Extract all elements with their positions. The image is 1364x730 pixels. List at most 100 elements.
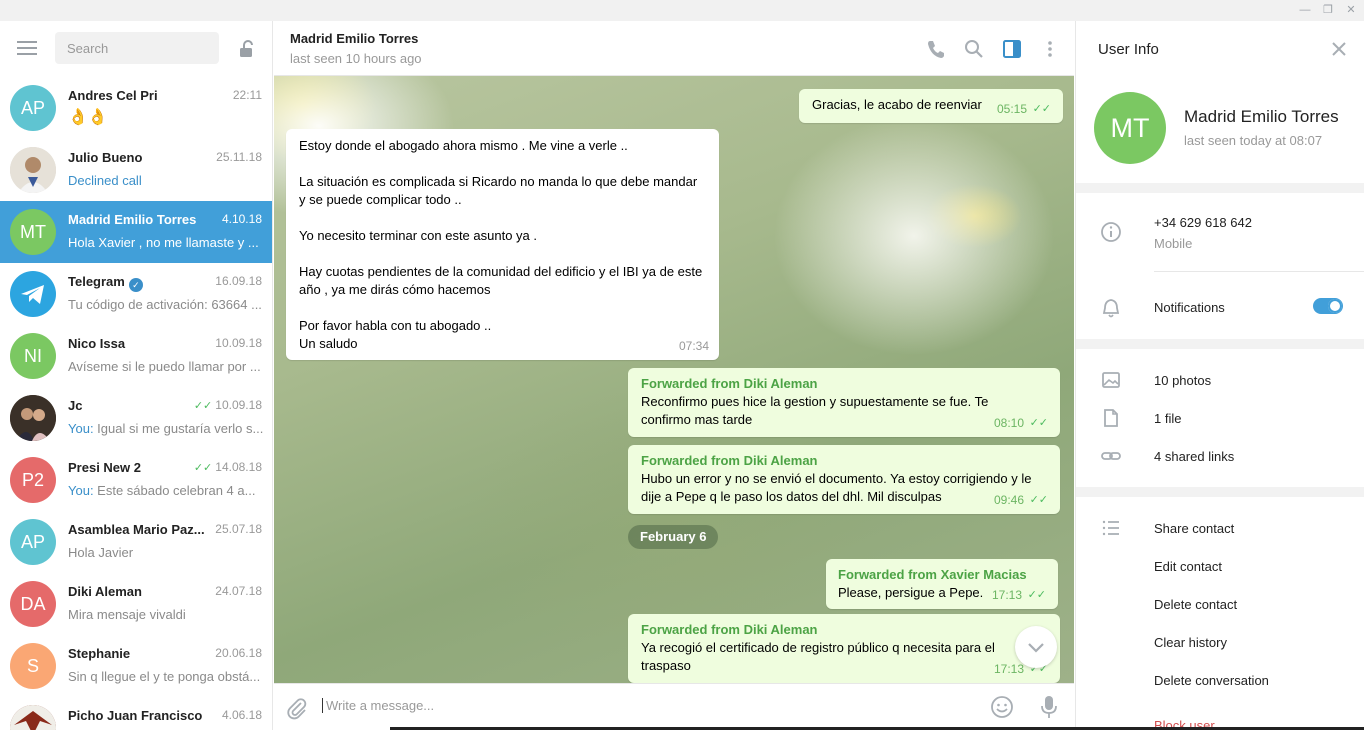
scroll-to-bottom-button[interactable] (1015, 626, 1057, 668)
list-icon (1102, 520, 1119, 536)
chat-item-presi[interactable]: P2 Presi New 2 ✓✓ 14.08.18 You: Este sába… (0, 449, 272, 511)
chat-item-telegram[interactable]: Telegram ✓ 16.09.18 Tu código de activaci… (0, 263, 272, 325)
chat-preview-text: Este sábado celebran 4 a... (93, 483, 256, 498)
telegram-logo-icon (10, 271, 56, 317)
message-text: Estoy donde el abogado ahora mismo . Me … (299, 138, 628, 153)
message-bubble[interactable]: Gracias, le acabo de reenviar 05:15 ✓✓ (799, 89, 1063, 123)
chat-date: 4.10.18 (221, 212, 262, 226)
avatar: DA (10, 581, 56, 627)
chat-name: Asamblea Mario Paz... (68, 522, 205, 537)
message-text: Gracias, le acabo de reenviar (812, 97, 982, 112)
microphone-icon[interactable] (1037, 694, 1061, 720)
verified-icon: ✓ (128, 278, 143, 292)
forwarded-from[interactable]: Forwarded from Diki Aleman (641, 452, 1047, 470)
photos-link[interactable]: 10 photos (1154, 373, 1211, 388)
chat-item-andres[interactable]: AP Andres Cel Pri 22:11 👌👌 (0, 77, 272, 139)
chat-preview: 👌👌 (68, 109, 108, 126)
forwarded-from[interactable]: Forwarded from Xavier Macias (838, 566, 1046, 584)
chat-item-asamblea[interactable]: AP Asamblea Mario Paz... 25.07.18 Hola J… (0, 511, 272, 573)
delete-contact-button[interactable]: Delete contact (1154, 597, 1237, 612)
chat-name: Andres Cel Pri (68, 88, 158, 103)
shared-links-link[interactable]: 4 shared links (1154, 449, 1234, 464)
chat-item-diki[interactable]: DA Diki Aleman 24.07.18 Mira mensaje viv… (0, 573, 272, 635)
chat-date: 25.07.18 (215, 522, 262, 536)
files-link[interactable]: 1 file (1154, 411, 1181, 426)
forwarded-message[interactable]: Forwarded from Xavier Macias Please, per… (826, 559, 1058, 609)
message-text: Reconfirmo pues hice la gestion y supues… (641, 394, 989, 427)
avatar: NI (10, 333, 56, 379)
chat-background: Gracias, le acabo de reenviar 05:15 ✓✓ E… (274, 76, 1074, 683)
sidebar-toggle-icon[interactable] (1001, 38, 1023, 60)
read-ticks-icon: ✓✓ (1032, 103, 1051, 115)
peer-name[interactable]: Madrid Emilio Torres (290, 31, 418, 46)
chat-date: 16.09.18 (215, 274, 262, 288)
chat-date-text: 14.08.18 (215, 460, 262, 474)
close-icon[interactable] (1329, 39, 1349, 59)
file-icon (1104, 409, 1118, 427)
compose-bar: Write a message... (274, 683, 1074, 730)
avatar: MT (10, 209, 56, 255)
divider (1154, 271, 1364, 272)
share-contact-button[interactable]: Share contact (1154, 521, 1234, 536)
chat-preview: Declined call (68, 173, 142, 188)
message-bubble[interactable]: Estoy donde el abogado ahora mismo . Me … (286, 129, 719, 360)
chat-name: Presi New 2 (68, 460, 141, 475)
avatar (10, 705, 56, 730)
more-vertical-icon[interactable] (1039, 38, 1061, 60)
chat-item-picho[interactable]: Picho Juan Francisco 4.06.18 (0, 697, 272, 730)
forwarded-from[interactable]: Forwarded from Diki Aleman (641, 375, 1047, 393)
forwarded-message[interactable]: Forwarded from Diki Aleman Reconfirmo pu… (628, 368, 1060, 437)
panel-title: User Info (1098, 41, 1159, 58)
chat-preview: You: Este sábado celebran 4 a... (68, 483, 264, 498)
search-input[interactable]: Search (55, 32, 219, 64)
avatar (10, 147, 56, 193)
lock-icon[interactable] (236, 38, 258, 60)
divider (1076, 339, 1364, 349)
close-window-icon[interactable]: ✕ (1344, 3, 1358, 17)
edit-contact-button[interactable]: Edit contact (1154, 559, 1222, 574)
chat-name-text: Telegram (68, 274, 125, 289)
message-text: Por favor habla con tu abogado .. (299, 318, 492, 333)
user-info-panel: User Info MT Madrid Emilio Torres last s… (1075, 21, 1364, 730)
clear-history-button[interactable]: Clear history (1154, 635, 1227, 650)
emoji-icon[interactable] (990, 695, 1014, 719)
divider (1076, 183, 1364, 193)
chat-item-julio[interactable]: Julio Bueno 25.11.18 Declined call (0, 139, 272, 201)
bell-icon (1102, 299, 1120, 318)
forwarded-from[interactable]: Forwarded from Diki Aleman (641, 621, 1047, 639)
avatar[interactable]: MT (1094, 92, 1166, 164)
read-ticks-icon: ✓✓ (193, 400, 213, 412)
notifications-toggle[interactable] (1313, 298, 1343, 314)
chat-date: ✓✓ 10.09.18 (194, 398, 262, 412)
delete-conversation-button[interactable]: Delete conversation (1154, 673, 1269, 688)
link-icon (1101, 452, 1121, 460)
avatar: P2 (10, 457, 56, 503)
forwarded-message[interactable]: Forwarded from Diki Aleman Hubo un error… (628, 445, 1060, 514)
chat-preview: Mira mensaje vivaldi (68, 607, 186, 622)
minimize-icon[interactable]: — (1298, 3, 1312, 17)
chat-name: Telegram ✓ (68, 274, 208, 292)
restore-icon[interactable]: ❐ (1321, 3, 1335, 17)
message-text: Hay cuotas pendientes de la comunidad de… (299, 264, 703, 297)
message-time: 05:15 (996, 102, 1027, 116)
chat-date-text: 10.09.18 (215, 398, 262, 412)
chat-item-stephanie[interactable]: S Stephanie 20.06.18 Sin q llegue el y t… (0, 635, 272, 697)
attach-icon[interactable] (285, 696, 309, 720)
phone-icon[interactable] (925, 38, 947, 60)
read-ticks-icon: ✓✓ (193, 462, 213, 474)
user-name: Madrid Emilio Torres (1184, 107, 1339, 126)
phone-number[interactable]: +34 629 618 642 (1154, 215, 1252, 230)
peer-status: last seen 10 hours ago (290, 51, 422, 66)
forwarded-message[interactable]: Forwarded from Diki Aleman Ya recogió el… (628, 614, 1060, 683)
message-input[interactable]: Write a message... (322, 698, 922, 713)
chat-date: ✓✓ 14.08.18 (194, 460, 262, 474)
chat-item-nico[interactable]: NI Nico Issa 10.09.18 Avíseme si le pued… (0, 325, 272, 387)
chat-item-jc[interactable]: Jc ✓✓ 10.09.18 You: Igual si me gustaría … (0, 387, 272, 449)
chat-item-madrid[interactable]: MT Madrid Emilio Torres 4.10.18 Hola Xav… (0, 201, 272, 263)
chat-preview: Tu código de activación: 63664 ... (68, 297, 262, 312)
chat-preview: Hola Xavier , no me llamaste y ... (68, 235, 259, 250)
conversation-header: Madrid Emilio Torres last seen 10 hours … (274, 21, 1074, 76)
message-text: Yo necesito terminar con este asunto ya … (299, 228, 537, 243)
search-icon[interactable] (963, 38, 985, 60)
menu-icon[interactable] (17, 41, 37, 55)
